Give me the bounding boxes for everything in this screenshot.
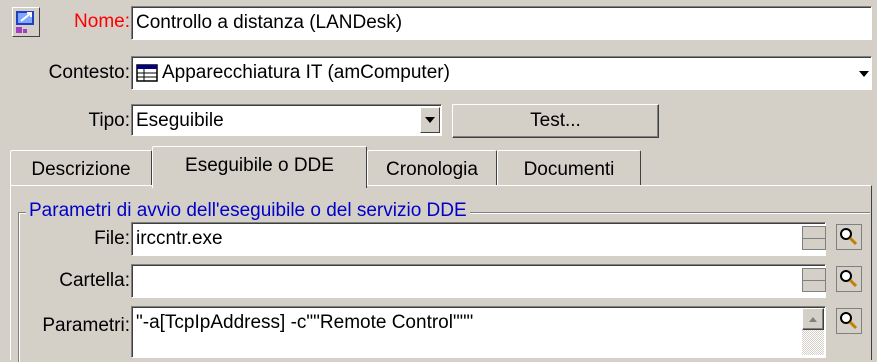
name-field[interactable]: Controllo a distanza (LANDesk) <box>131 6 872 40</box>
group-title: Parametri di avvio dell'eseguibile o del… <box>26 198 470 224</box>
table-icon <box>136 63 160 83</box>
remote-control-icon[interactable] <box>12 7 40 37</box>
chevron-down-icon <box>425 117 435 123</box>
type-dropdown-button[interactable] <box>420 107 440 133</box>
context-dropdown-icon[interactable] <box>858 68 870 80</box>
context-value: Apparecchiatura IT (amComputer) <box>162 62 450 83</box>
tab-descrizione[interactable]: Descrizione <box>10 150 152 186</box>
file-value: irccntr.exe <box>136 228 223 249</box>
tab-cronologia[interactable]: Cronologia <box>367 150 497 186</box>
folder-spin-control[interactable] <box>802 268 826 292</box>
scroll-up-button[interactable] <box>802 308 824 330</box>
context-field[interactable]: Apparecchiatura IT (amComputer) <box>131 56 872 90</box>
params-label: Parametri: <box>42 315 130 336</box>
type-value: Eseguibile <box>136 110 224 131</box>
folder-label: Cartella: <box>59 270 130 291</box>
file-label: File: <box>94 228 130 249</box>
params-field[interactable]: "-a[TcpIpAddress] -c""Remote Control""" <box>131 306 826 358</box>
folder-search-icon[interactable] <box>836 266 862 292</box>
folder-field[interactable] <box>131 264 826 298</box>
file-spin-control[interactable] <box>802 226 826 250</box>
file-search-icon[interactable] <box>836 224 862 250</box>
params-search-icon[interactable] <box>836 308 862 334</box>
context-label: Contesto: <box>48 62 130 83</box>
file-field[interactable]: irccntr.exe <box>131 222 826 256</box>
tab-eseguibile-dde[interactable]: Eseguibile o DDE <box>152 146 367 188</box>
tab-strip: Descrizione Eseguibile o DDE Cronologia … <box>10 146 872 188</box>
type-select[interactable]: Eseguibile <box>131 104 442 136</box>
test-button[interactable]: Test... <box>452 104 659 138</box>
params-scrollbar[interactable] <box>802 308 824 355</box>
params-value: "-a[TcpIpAddress] -c""Remote Control""" <box>136 312 474 333</box>
name-label: Nome: <box>74 11 130 32</box>
chevron-up-icon <box>809 316 817 322</box>
type-label: Tipo: <box>88 110 130 131</box>
tab-documenti[interactable]: Documenti <box>497 150 641 186</box>
